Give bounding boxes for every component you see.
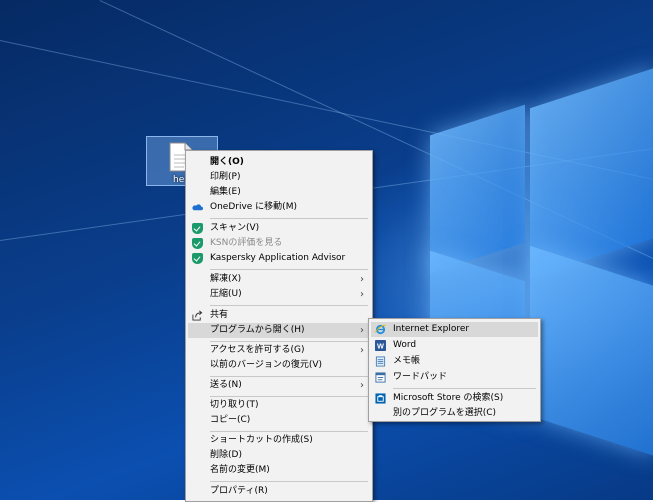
menu-item-scan[interactable]: スキャン(V) bbox=[188, 221, 370, 236]
chevron-right-icon: › bbox=[360, 274, 364, 285]
menu-separator bbox=[210, 431, 368, 432]
menu-item-create-shortcut[interactable]: ショートカットの作成(S) bbox=[188, 433, 370, 448]
submenu-item-internet-explorer[interactable]: Internet Explorer bbox=[371, 322, 538, 337]
notepad-icon bbox=[375, 356, 386, 367]
submenu-item-choose-another-app[interactable]: 別のプログラムを選択(C) bbox=[371, 406, 538, 421]
menu-item-properties[interactable]: プロパティ(R) bbox=[188, 484, 370, 499]
onedrive-cloud-icon bbox=[192, 204, 203, 211]
menu-item-restore-previous-versions[interactable]: 以前のバージョンの復元(V) bbox=[188, 358, 370, 373]
menu-separator bbox=[210, 396, 368, 397]
chevron-right-icon: › bbox=[360, 325, 364, 336]
menu-item-give-access[interactable]: アクセスを許可する(G) › bbox=[188, 343, 370, 358]
menu-item-compress[interactable]: 圧縮(U) › bbox=[188, 287, 370, 302]
menu-item-send-to[interactable]: 送る(N) › bbox=[188, 378, 370, 393]
menu-item-rename[interactable]: 名前の変更(M) bbox=[188, 463, 370, 478]
menu-separator bbox=[210, 341, 368, 342]
submenu-item-notepad[interactable]: メモ帳 bbox=[371, 354, 538, 369]
menu-item-delete[interactable]: 削除(D) bbox=[188, 448, 370, 463]
menu-item-copy[interactable]: コピー(C) bbox=[188, 413, 370, 428]
submenu-separator bbox=[393, 388, 536, 389]
chevron-right-icon: › bbox=[360, 345, 364, 356]
menu-item-open[interactable]: 開く(O) bbox=[188, 155, 370, 170]
chevron-right-icon: › bbox=[360, 289, 364, 300]
menu-item-print[interactable]: 印刷(P) bbox=[188, 170, 370, 185]
submenu-item-wordpad[interactable]: ワードパッド bbox=[371, 370, 538, 385]
menu-item-move-to-onedrive[interactable]: OneDrive に移動(M) bbox=[188, 200, 370, 215]
submenu-item-microsoft-store-search[interactable]: Microsoft Store の検索(S) bbox=[371, 391, 538, 406]
kaspersky-shield-icon bbox=[192, 253, 203, 264]
menu-separator bbox=[210, 376, 368, 377]
windows-logo-pane bbox=[430, 104, 525, 274]
kaspersky-shield-icon bbox=[192, 238, 203, 249]
word-icon: W bbox=[375, 340, 386, 351]
menu-item-ksn-reputation: KSNの評価を見る bbox=[188, 236, 370, 251]
menu-item-extract[interactable]: 解凍(X) › bbox=[188, 272, 370, 287]
internet-explorer-icon bbox=[375, 324, 386, 335]
kaspersky-shield-icon bbox=[192, 223, 203, 234]
chevron-right-icon: › bbox=[360, 380, 364, 391]
share-icon bbox=[192, 310, 203, 321]
menu-item-share[interactable]: 共有 bbox=[188, 308, 370, 323]
menu-separator bbox=[210, 218, 368, 219]
menu-item-open-with[interactable]: プログラムから開く(H) › bbox=[188, 323, 370, 338]
desktop-file-label: he bbox=[173, 175, 185, 185]
menu-item-edit[interactable]: 編集(E) bbox=[188, 185, 370, 200]
wordpad-icon bbox=[375, 372, 386, 383]
windows-logo-pane bbox=[530, 245, 653, 457]
open-with-submenu: Internet Explorer W Word メモ帳 ワードパッド Micr… bbox=[368, 318, 541, 422]
context-menu: 開く(O) 印刷(P) 編集(E) OneDrive に移動(M) スキャン(V… bbox=[185, 150, 373, 502]
menu-separator bbox=[210, 305, 368, 306]
windows-logo bbox=[390, 67, 653, 500]
menu-separator bbox=[210, 269, 368, 270]
menu-item-kaspersky-advisor[interactable]: Kaspersky Application Advisor bbox=[188, 251, 370, 266]
menu-item-cut[interactable]: 切り取り(T) bbox=[188, 398, 370, 413]
submenu-item-word[interactable]: W Word bbox=[371, 338, 538, 353]
store-icon bbox=[375, 393, 386, 404]
windows-logo-pane bbox=[530, 67, 653, 279]
menu-separator bbox=[210, 481, 368, 482]
svg-text:W: W bbox=[377, 341, 384, 350]
